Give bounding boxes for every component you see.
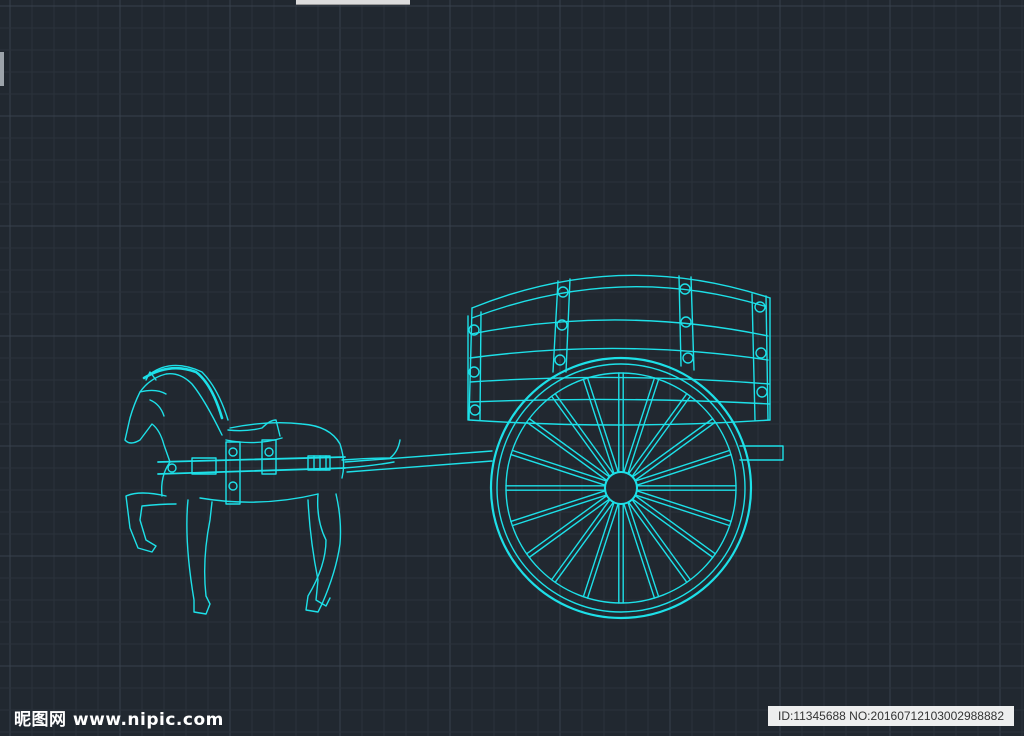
side-panel-tab[interactable]: [0, 52, 4, 86]
watermark-url: www.nipic.com: [72, 710, 224, 730]
window-top-bar: [296, 0, 410, 5]
watermark-id: ID:11345688 NO:20160712103002988882: [768, 706, 1014, 726]
watermark-brand-name: 昵图网: [14, 710, 67, 730]
watermark-brand: 昵图网 www.nipic.com: [14, 705, 224, 730]
cad-drawing-canvas[interactable]: [0, 0, 1024, 736]
canvas-background: [0, 0, 1024, 736]
